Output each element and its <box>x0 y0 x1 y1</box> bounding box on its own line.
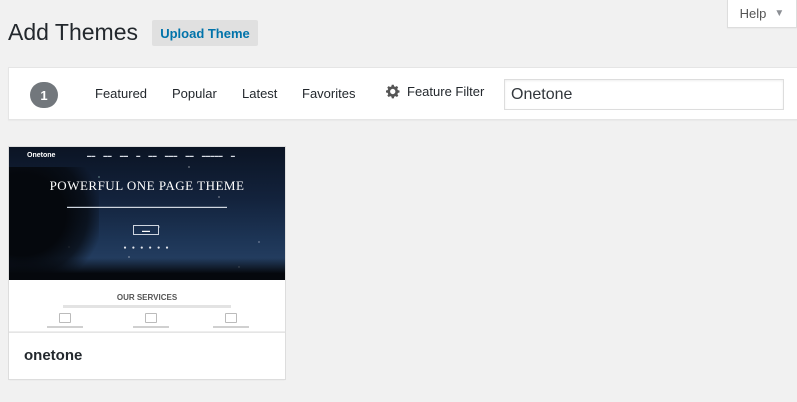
page-title: Add Themes <box>8 19 138 45</box>
upload-theme-button[interactable]: Upload Theme <box>152 20 258 46</box>
theme-count-badge: 1 <box>30 82 58 108</box>
preview-nav: ▬▬ ▬▬ ▬▬ ▬ ▬▬ ▬▬▬ ▬▬ ▬▬▬▬▬ ▬ <box>87 153 236 158</box>
preview-logo: Onetone <box>27 152 56 159</box>
theme-preview-hero: Onetone ▬▬ ▬▬ ▬▬ ▬ ▬▬ ▬▬▬ ▬▬ ▬▬▬▬▬ ▬ POWERFUL ON… <box>9 147 285 280</box>
feature-filter-label: Feature Filter <box>407 84 485 99</box>
preview-cta-button: ▬▬ <box>133 225 159 235</box>
preview-hero-title: POWERFUL ONE PAGE THEME <box>49 178 245 193</box>
caret-down-icon: ▼ <box>774 8 785 19</box>
theme-name-bar: onetone <box>9 331 285 379</box>
theme-name: onetone <box>24 347 83 364</box>
filter-featured[interactable]: Featured <box>95 85 147 103</box>
theme-screenshot[interactable]: Onetone ▬▬ ▬▬ ▬▬ ▬ ▬▬ ▬▬▬ ▬▬ ▬▬▬▬▬ ▬ POWERFUL ON… <box>9 147 285 331</box>
theme-card[interactable]: Onetone ▬▬ ▬▬ ▬▬ ▬ ▬▬ ▬▬▬ ▬▬ ▬▬▬▬▬ ▬ POWERFUL ON… <box>8 146 286 380</box>
filter-bar: 1 Featured Popular Latest Favorites Feat… <box>8 67 797 120</box>
filter-favorites[interactable]: Favorites <box>302 85 355 103</box>
preview-services-text <box>63 305 231 308</box>
filter-latest[interactable]: Latest <box>242 85 277 103</box>
preview-social-icons: ● ● ● ● ● ● <box>123 245 171 251</box>
gear-icon <box>386 84 400 99</box>
help-tab[interactable]: Help ▼ <box>727 0 797 28</box>
help-label: Help <box>739 6 767 21</box>
theme-search-input[interactable] <box>504 79 784 110</box>
filter-popular[interactable]: Popular <box>172 85 217 103</box>
preview-hero-subtitle: ▬▬▬▬▬▬▬▬▬▬▬▬▬▬▬▬▬▬▬▬▬▬▬▬▬▬▬▬▬▬▬▬▬▬▬▬▬▬▬▬ <box>67 204 227 209</box>
preview-services-title: OUR SERVICES <box>116 293 178 302</box>
feature-filter-button[interactable]: Feature Filter <box>386 84 484 99</box>
